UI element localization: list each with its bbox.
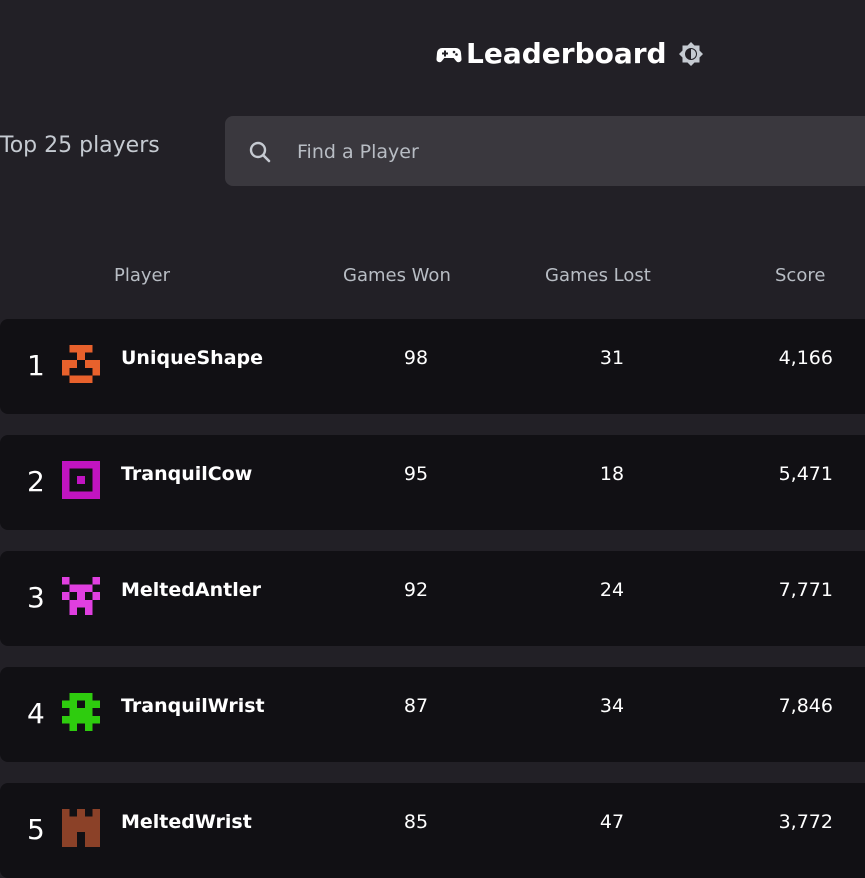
games-lost: 24 [599,579,625,601]
header-title-group: Leaderboard [436,37,705,70]
games-won: 92 [403,579,429,601]
player-name[interactable]: MeltedWrist [121,811,252,833]
games-won: 95 [403,463,429,485]
header: Leaderboard [0,30,865,76]
player-avatar [62,809,100,847]
player-name[interactable]: TranquilWrist [121,695,265,717]
search-box[interactable] [225,116,865,186]
rank: 5 [27,813,45,846]
table-row[interactable]: 2 TranquilCow 95 18 5,471 [0,435,865,530]
subtitle: Top 25 players [0,133,160,158]
rank: 2 [27,465,45,498]
score: 7,771 [778,579,833,601]
player-name[interactable]: UniqueShape [121,347,263,369]
rank: 1 [27,349,45,382]
rank: 3 [27,581,45,614]
games-won: 85 [403,811,429,833]
table-row[interactable]: 4 TranquilWrist 87 34 7,846 [0,667,865,762]
rank: 4 [27,697,45,730]
games-lost: 34 [599,695,625,717]
theme-toggle-icon[interactable] [677,40,705,68]
table-row[interactable]: 3 MeltedAntler 92 24 7,771 [0,551,865,646]
games-won: 87 [403,695,429,717]
score: 3,772 [778,811,833,833]
games-won: 98 [403,347,429,369]
page-title: Leaderboard [466,36,667,70]
games-lost: 47 [599,811,625,833]
column-header-games-lost[interactable]: Games Lost [545,265,651,286]
player-avatar [62,577,100,615]
player-name[interactable]: MeltedAntler [121,579,261,601]
games-lost: 18 [599,463,625,485]
player-avatar [62,693,100,731]
column-header-games-won[interactable]: Games Won [343,265,451,286]
player-name[interactable]: TranquilCow [121,463,252,485]
player-avatar [62,461,100,499]
score: 7,846 [778,695,833,717]
gamepad-icon [436,41,462,67]
search-icon [247,139,273,165]
score: 5,471 [778,463,833,485]
search-input[interactable] [295,136,859,168]
table-row[interactable]: 5 MeltedWrist 85 47 3,772 [0,783,865,878]
player-avatar [62,345,100,383]
column-header-score[interactable]: Score [775,265,825,286]
column-header-player[interactable]: Player [114,265,170,286]
score: 4,166 [778,347,833,369]
games-lost: 31 [599,347,625,369]
table-row[interactable]: 1 UniqueShape 98 31 4,166 [0,319,865,414]
